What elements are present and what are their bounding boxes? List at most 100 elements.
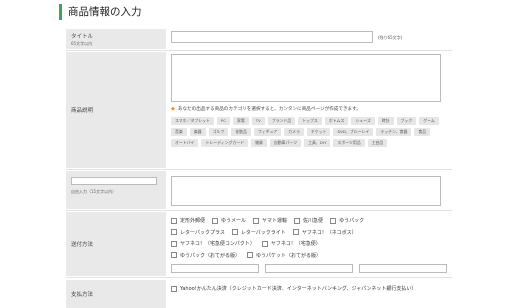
desc-row-label: 商品説明 xyxy=(66,52,166,168)
shipping-option[interactable]: ヤマト運輸 xyxy=(253,217,287,224)
free-label-text: 自由入力（15文字以内） xyxy=(71,189,117,194)
shipping-option[interactable]: ヤフネコ！（宅急便） xyxy=(261,240,321,248)
shipping-row-label: 送付方法 xyxy=(66,212,166,276)
shipping-option-label: レターパックライト xyxy=(240,229,286,236)
free-input-textarea[interactable] xyxy=(171,176,441,206)
payment-option-label: Yahoo!かんたん決済（クレジットカード決済、インターネットバンキング、ジャパ… xyxy=(180,286,417,292)
shipping-option-label: ゆうパケット（おてがる版） xyxy=(256,252,322,259)
free-row-label: 自由入力（15文字以内） xyxy=(66,171,166,209)
payment-option[interactable]: Yahoo!かんたん決済（クレジットカード決済、インターネットバンキング、ジャパ… xyxy=(171,285,443,294)
payment-row-label: 支払方法 xyxy=(66,280,166,308)
category-note: ◆ あなたの出品する商品のカテゴリを選択すると、カンタンに商品ページが作成できます… xyxy=(171,106,361,112)
shipping-option[interactable]: ゆうメール xyxy=(212,217,246,224)
shipping-option-row: ゆうパック（おてがる版） ゆうパケット（おてがる版） xyxy=(171,250,443,262)
shipping-option-label: ゆうパック（おてがる版） xyxy=(180,252,241,259)
shipping-option[interactable]: 佐川急便 xyxy=(294,217,323,224)
category-tag[interactable]: 工具、DIY xyxy=(304,139,331,147)
shipping-checkbox[interactable] xyxy=(171,240,177,247)
shipping-option-label: ゆうパック xyxy=(339,218,365,225)
shipping-checkbox[interactable] xyxy=(247,252,254,259)
category-tag[interactable]: DVD、ブルーレイ xyxy=(333,128,374,136)
category-tag[interactable]: ボトムス xyxy=(324,117,349,125)
shipping-checkbox[interactable] xyxy=(292,229,299,236)
category-tag[interactable]: カメラ xyxy=(284,128,304,136)
desc-label: 商品説明 xyxy=(71,108,94,114)
shipping-option-label: 佐川急便 xyxy=(303,218,324,225)
shipping-option[interactable]: ヤフネコ！（ネコポス） xyxy=(292,229,357,236)
shipping-checkbox[interactable] xyxy=(171,252,177,259)
row-divider xyxy=(66,210,452,211)
category-tag[interactable]: トレーディングカード xyxy=(201,139,249,147)
category-tag[interactable]: トップス xyxy=(298,117,322,125)
shipping-option-label: レターパックプラス xyxy=(180,229,225,236)
category-tag[interactable]: 音楽 xyxy=(171,128,187,136)
category-tag[interactable]: TV xyxy=(251,117,265,125)
shipping-label: 送付方法 xyxy=(71,242,94,248)
category-tag-list: スマホ／タブレット PC 家電 TV ブランド品 トップス ボトムス シューズ 時計 ブック ゲーム… xyxy=(171,117,443,147)
shipping-extra-input-3[interactable] xyxy=(359,264,447,273)
shipping-option[interactable]: ヤフネコ！（宅急便コンパクト） xyxy=(171,240,255,247)
shipping-option-label: ゆうメール xyxy=(221,218,247,225)
section-title: 商品情報の入力 xyxy=(59,4,142,20)
category-tag[interactable]: チケット xyxy=(306,128,331,136)
shipping-options: 定形外郵便 ゆうメール ヤマト運輸 佐川急便 ゆうパックレターパックプラス レターパックラ… xyxy=(171,215,443,261)
title-input[interactable] xyxy=(171,31,373,43)
shipping-checkbox[interactable] xyxy=(231,229,238,236)
shipping-option-row: ヤフネコ！（宅急便コンパクト） ヤフネコ！（宅急便） xyxy=(171,238,443,250)
shipping-option-label: ヤフネコ！（宅急便コンパクト） xyxy=(180,241,255,248)
shipping-option-label: ヤフネコ！（宅急便） xyxy=(270,241,321,248)
category-tag[interactable]: 時計 xyxy=(377,117,394,125)
shipping-option-label: ヤフネコ！（ネコポス） xyxy=(301,229,357,236)
shipping-checkbox[interactable] xyxy=(171,229,177,236)
category-tag[interactable]: 自動車パーツ xyxy=(269,139,302,147)
shipping-extra-input-2[interactable] xyxy=(265,264,353,273)
category-tag[interactable]: ブック xyxy=(396,117,417,125)
free-label-input[interactable] xyxy=(71,177,157,185)
shipping-option[interactable]: レターパックライト xyxy=(231,229,286,236)
category-tag[interactable]: スポーツ用品 xyxy=(333,139,365,147)
title-sublabel: 65文字以内 xyxy=(71,41,93,46)
category-tag[interactable]: フィギュア xyxy=(253,128,282,136)
category-tag[interactable]: 食品 xyxy=(414,128,431,136)
shipping-option[interactable]: レターパックプラス xyxy=(171,229,225,236)
row-divider xyxy=(66,50,452,51)
category-tag[interactable]: スマホ／タブレット xyxy=(171,117,214,125)
shipping-option-row: レターパックプラス レターパックライト ヤフネコ！（ネコポス） xyxy=(171,227,443,239)
category-tag[interactable]: シューズ xyxy=(351,117,375,125)
shipping-checkbox[interactable] xyxy=(330,217,337,224)
category-tag[interactable]: ブランド品 xyxy=(267,117,296,125)
category-tag[interactable]: 雑貨 xyxy=(251,139,267,147)
shipping-checkbox[interactable] xyxy=(294,217,301,224)
category-tag[interactable]: PC xyxy=(216,117,230,125)
category-tag[interactable]: 家電 xyxy=(232,117,249,125)
shipping-checkbox[interactable] xyxy=(212,217,219,224)
row-divider xyxy=(66,277,452,278)
category-tag[interactable]: ゴルフ xyxy=(208,128,229,136)
shipping-checkbox[interactable] xyxy=(171,217,177,224)
shipping-checkbox[interactable] xyxy=(261,240,268,247)
shipping-option[interactable]: ゆうパック xyxy=(330,217,364,224)
category-tag[interactable]: 工芸品 xyxy=(367,139,388,147)
category-tag[interactable]: ゲーム xyxy=(419,117,439,125)
shipping-extra-input-1[interactable] xyxy=(171,264,259,273)
row-divider xyxy=(66,169,452,170)
category-note-text: あなたの出品する商品のカテゴリを選択すると、カンタンに商品ページが作成できます。 xyxy=(177,107,361,112)
payment-checkbox[interactable] xyxy=(171,285,177,292)
title-remaining-hint: (残り65文字) xyxy=(378,35,403,40)
shipping-option-row: 定形外郵便 ゆうメール ヤマト運輸 佐川急便 ゆうパック xyxy=(171,215,443,227)
shipping-option[interactable]: ゆうパケット（おてがる版） xyxy=(247,252,321,259)
payment-label: 支払方法 xyxy=(71,292,94,298)
shipping-option[interactable]: ゆうパック（おてがる版） xyxy=(171,252,240,259)
title-label: タイトル xyxy=(71,34,94,40)
category-tag[interactable]: 楽器 xyxy=(189,128,206,136)
shipping-option[interactable]: 定形外郵便 xyxy=(171,217,205,224)
shipping-checkbox[interactable] xyxy=(253,217,260,224)
category-tag[interactable]: キッチン、食器 xyxy=(376,128,412,136)
shipping-option-label: ヤマト運輸 xyxy=(262,218,288,225)
shipping-extra-inputs xyxy=(171,264,447,273)
diamond-icon: ◆ xyxy=(171,106,175,112)
description-textarea[interactable] xyxy=(171,54,441,102)
category-tag[interactable]: 化粧品 xyxy=(231,128,251,136)
category-tag[interactable]: オートバイ xyxy=(171,139,199,147)
title-row-label: タイトル 65文字以内 xyxy=(66,29,166,49)
